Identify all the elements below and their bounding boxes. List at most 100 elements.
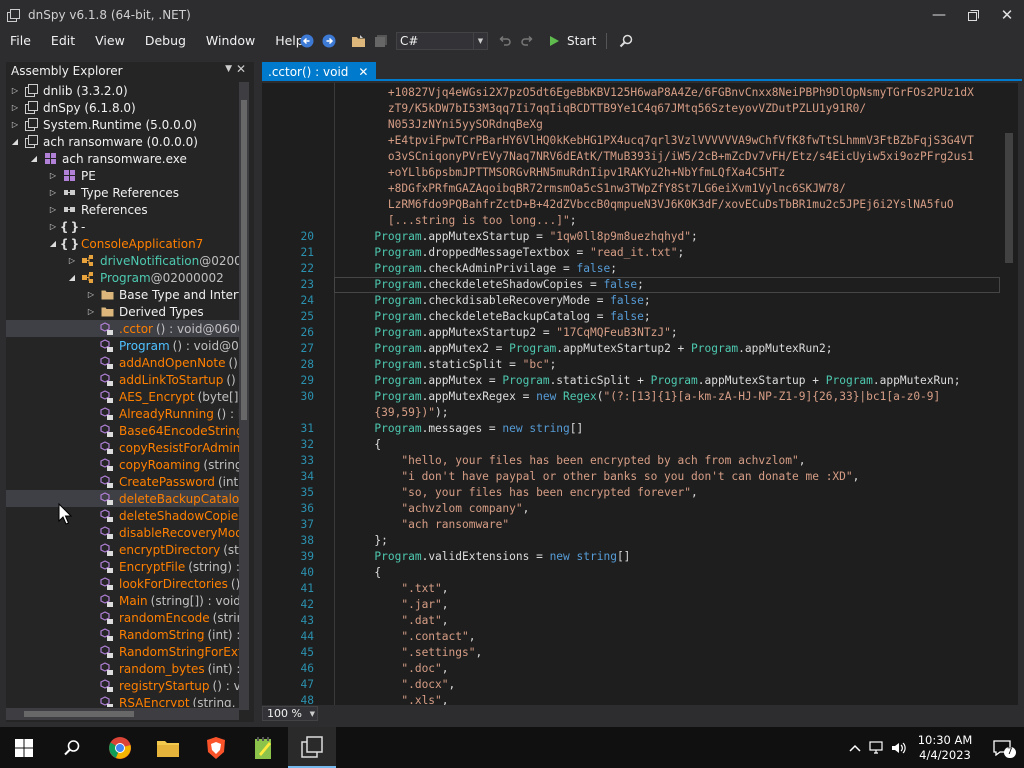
navigate-back-button[interactable]	[296, 30, 318, 52]
tree-item[interactable]: deleteShadowCopies() : void	[6, 507, 239, 524]
close-window-button[interactable]: ✕	[990, 0, 1024, 30]
tree-item[interactable]: ▷ Derived Types	[6, 303, 239, 320]
expand-toggle-icon[interactable]: ▷	[48, 222, 58, 231]
zoom-selector[interactable]: 100 % ▼	[262, 706, 318, 721]
tree-item[interactable]: addAndOpenNote() : void	[6, 354, 239, 371]
editor-vertical-scrollbar[interactable]	[1002, 83, 1016, 705]
tree-item[interactable]: encryptDirectory(string)	[6, 541, 239, 558]
taskbar-dnspy[interactable]	[288, 727, 336, 768]
clock[interactable]: 10:30 AM 4/4/2023	[910, 733, 980, 763]
taskbar-chrome[interactable]	[96, 727, 144, 768]
language-selector[interactable]: C# ▼	[396, 32, 488, 50]
tree-item[interactable]: CreatePassword(int) : string	[6, 473, 239, 490]
scrollbar-thumb[interactable]	[24, 711, 134, 717]
tree-item[interactable]: .cctor() : void @06000001	[6, 320, 239, 337]
navigate-forward-button[interactable]	[318, 30, 340, 52]
tree-item-label: addAndOpenNote	[119, 355, 226, 370]
tree-item[interactable]: copyResistForAdmin(string)	[6, 439, 239, 456]
tree-item[interactable]: Main(string[]) : void @	[6, 592, 239, 609]
save-all-button[interactable]	[370, 30, 392, 52]
tree-item[interactable]: copyRoaming(string) : void	[6, 456, 239, 473]
expand-toggle-icon[interactable]: ◢	[10, 137, 20, 146]
tree-item[interactable]: ▷ References	[6, 201, 239, 218]
search-button[interactable]	[615, 30, 637, 52]
tree-horizontal-scrollbar[interactable]	[6, 708, 239, 720]
volume-button[interactable]	[888, 727, 910, 768]
tree-vertical-scrollbar[interactable]	[239, 82, 249, 710]
tree-item[interactable]: ▷ driveNotification @02000001	[6, 252, 239, 269]
expand-toggle-icon[interactable]: ▷	[86, 290, 96, 299]
tree-item[interactable]: Base64EncodeString(string)	[6, 422, 239, 439]
tree-item[interactable]: AES_Encrypt(byte[], byte[])	[6, 388, 239, 405]
tree-item[interactable]: randomEncode(string)	[6, 609, 239, 626]
undo-button[interactable]	[494, 30, 516, 52]
tree-item-label: Derived Types	[119, 304, 204, 319]
expand-toggle-icon[interactable]: ▷	[48, 205, 58, 214]
menu-file[interactable]: File	[0, 30, 41, 52]
tree-item[interactable]: ▷ Type References	[6, 184, 239, 201]
menu-window[interactable]: Window	[196, 30, 265, 52]
tree-item[interactable]: ▷ dnSpy (6.1.8.0)	[6, 99, 239, 116]
minimize-button[interactable]: —	[922, 0, 956, 30]
tree-item[interactable]: addLinkToStartup() : void	[6, 371, 239, 388]
tree-item[interactable]: ▷ PE	[6, 167, 239, 184]
menu-edit[interactable]: Edit	[41, 30, 85, 52]
code-text: [...string is too long...]";	[334, 213, 577, 229]
tree-item[interactable]: ◢ Program @02000002	[6, 269, 239, 286]
network-button[interactable]	[866, 727, 888, 768]
code-line: +oYLlb6psbmJPTTMSORGvRHN5muRdnIipv1RAKYu…	[262, 165, 1002, 181]
windows-start-button[interactable]	[0, 727, 48, 768]
tree-item[interactable]: ▷ dnlib (3.3.2.0)	[6, 82, 239, 99]
scrollbar-thumb[interactable]	[1005, 133, 1013, 263]
close-panel-icon[interactable]: ✕	[236, 62, 246, 76]
open-button[interactable]	[348, 30, 370, 52]
maximize-button[interactable]	[956, 0, 990, 30]
tree-item[interactable]: ▷ Base Type and Interfaces	[6, 286, 239, 303]
tree-item[interactable]: registryStartup() : void	[6, 677, 239, 694]
panel-dropdown-icon[interactable]: ▼	[225, 64, 232, 74]
redo-button[interactable]	[516, 30, 538, 52]
expand-toggle-icon[interactable]: ▷	[67, 256, 77, 265]
expand-toggle-icon[interactable]: ▷	[48, 171, 58, 180]
expand-toggle-icon[interactable]: ▷	[48, 188, 58, 197]
tree-item[interactable]: ◢ ach ransomware.exe	[6, 150, 239, 167]
taskbar-file-explorer[interactable]	[144, 727, 192, 768]
code-token: ".settings"	[401, 646, 476, 659]
tab-cctor[interactable]: .cctor() : void ✕	[262, 62, 377, 81]
tree-item[interactable]: RandomString(int) : string	[6, 626, 239, 643]
tree-item[interactable]: random_bytes(int) : byte[]	[6, 660, 239, 677]
taskbar-notepadpp[interactable]	[240, 727, 288, 768]
scrollbar-thumb[interactable]	[241, 100, 247, 420]
show-hidden-icons-button[interactable]	[844, 727, 866, 768]
tree-item[interactable]: RSAEncrypt(string, string)	[6, 694, 239, 707]
tree-item[interactable]: EncryptFile(string) : void	[6, 558, 239, 575]
tree-item[interactable]: lookForDirectories() : void	[6, 575, 239, 592]
expand-toggle-icon[interactable]: ▷	[10, 86, 20, 95]
expand-toggle-icon[interactable]: ◢	[67, 273, 77, 282]
start-debugging-button[interactable]: Start	[548, 34, 596, 48]
expand-toggle-icon[interactable]: ◢	[29, 154, 39, 163]
expand-toggle-icon[interactable]: ▷	[10, 120, 20, 129]
menu-debug[interactable]: Debug	[135, 30, 196, 52]
namespace-icon: { }	[59, 236, 79, 251]
tree-item[interactable]: deleteBackupCatalog() : void	[6, 490, 239, 507]
tree-item[interactable]: ◢ ach ransomware (0.0.0.0)	[6, 133, 239, 150]
expand-toggle-icon[interactable]: ◢	[48, 239, 58, 248]
tree-item[interactable]: RandomStringForExtension	[6, 643, 239, 660]
menu-view[interactable]: View	[85, 30, 135, 52]
tree-item[interactable]: Program() : void @06000002	[6, 337, 239, 354]
tree-item[interactable]: AlreadyRunning() : bool	[6, 405, 239, 422]
taskbar-search-button[interactable]	[48, 727, 96, 768]
chrome-icon	[109, 736, 131, 759]
expand-toggle-icon[interactable]: ▷	[10, 103, 20, 112]
action-center-button[interactable]: 7	[980, 727, 1024, 768]
tree-item[interactable]: ▷ System.Runtime (5.0.0.0)	[6, 116, 239, 133]
tree-item[interactable]: ▷{ } -	[6, 218, 239, 235]
code-editor[interactable]: +10827Vjq4eWGsi2X7pzO5dt6EgeBbKBV125H6wa…	[262, 83, 1018, 705]
tree-item[interactable]: ◢{ } ConsoleApplication7	[6, 235, 239, 252]
expand-toggle-icon[interactable]: ▷	[86, 307, 96, 316]
tree-item[interactable]: disableRecoveryMode() : void	[6, 524, 239, 541]
taskbar-brave[interactable]	[192, 727, 240, 768]
close-tab-icon[interactable]: ✕	[358, 65, 368, 79]
